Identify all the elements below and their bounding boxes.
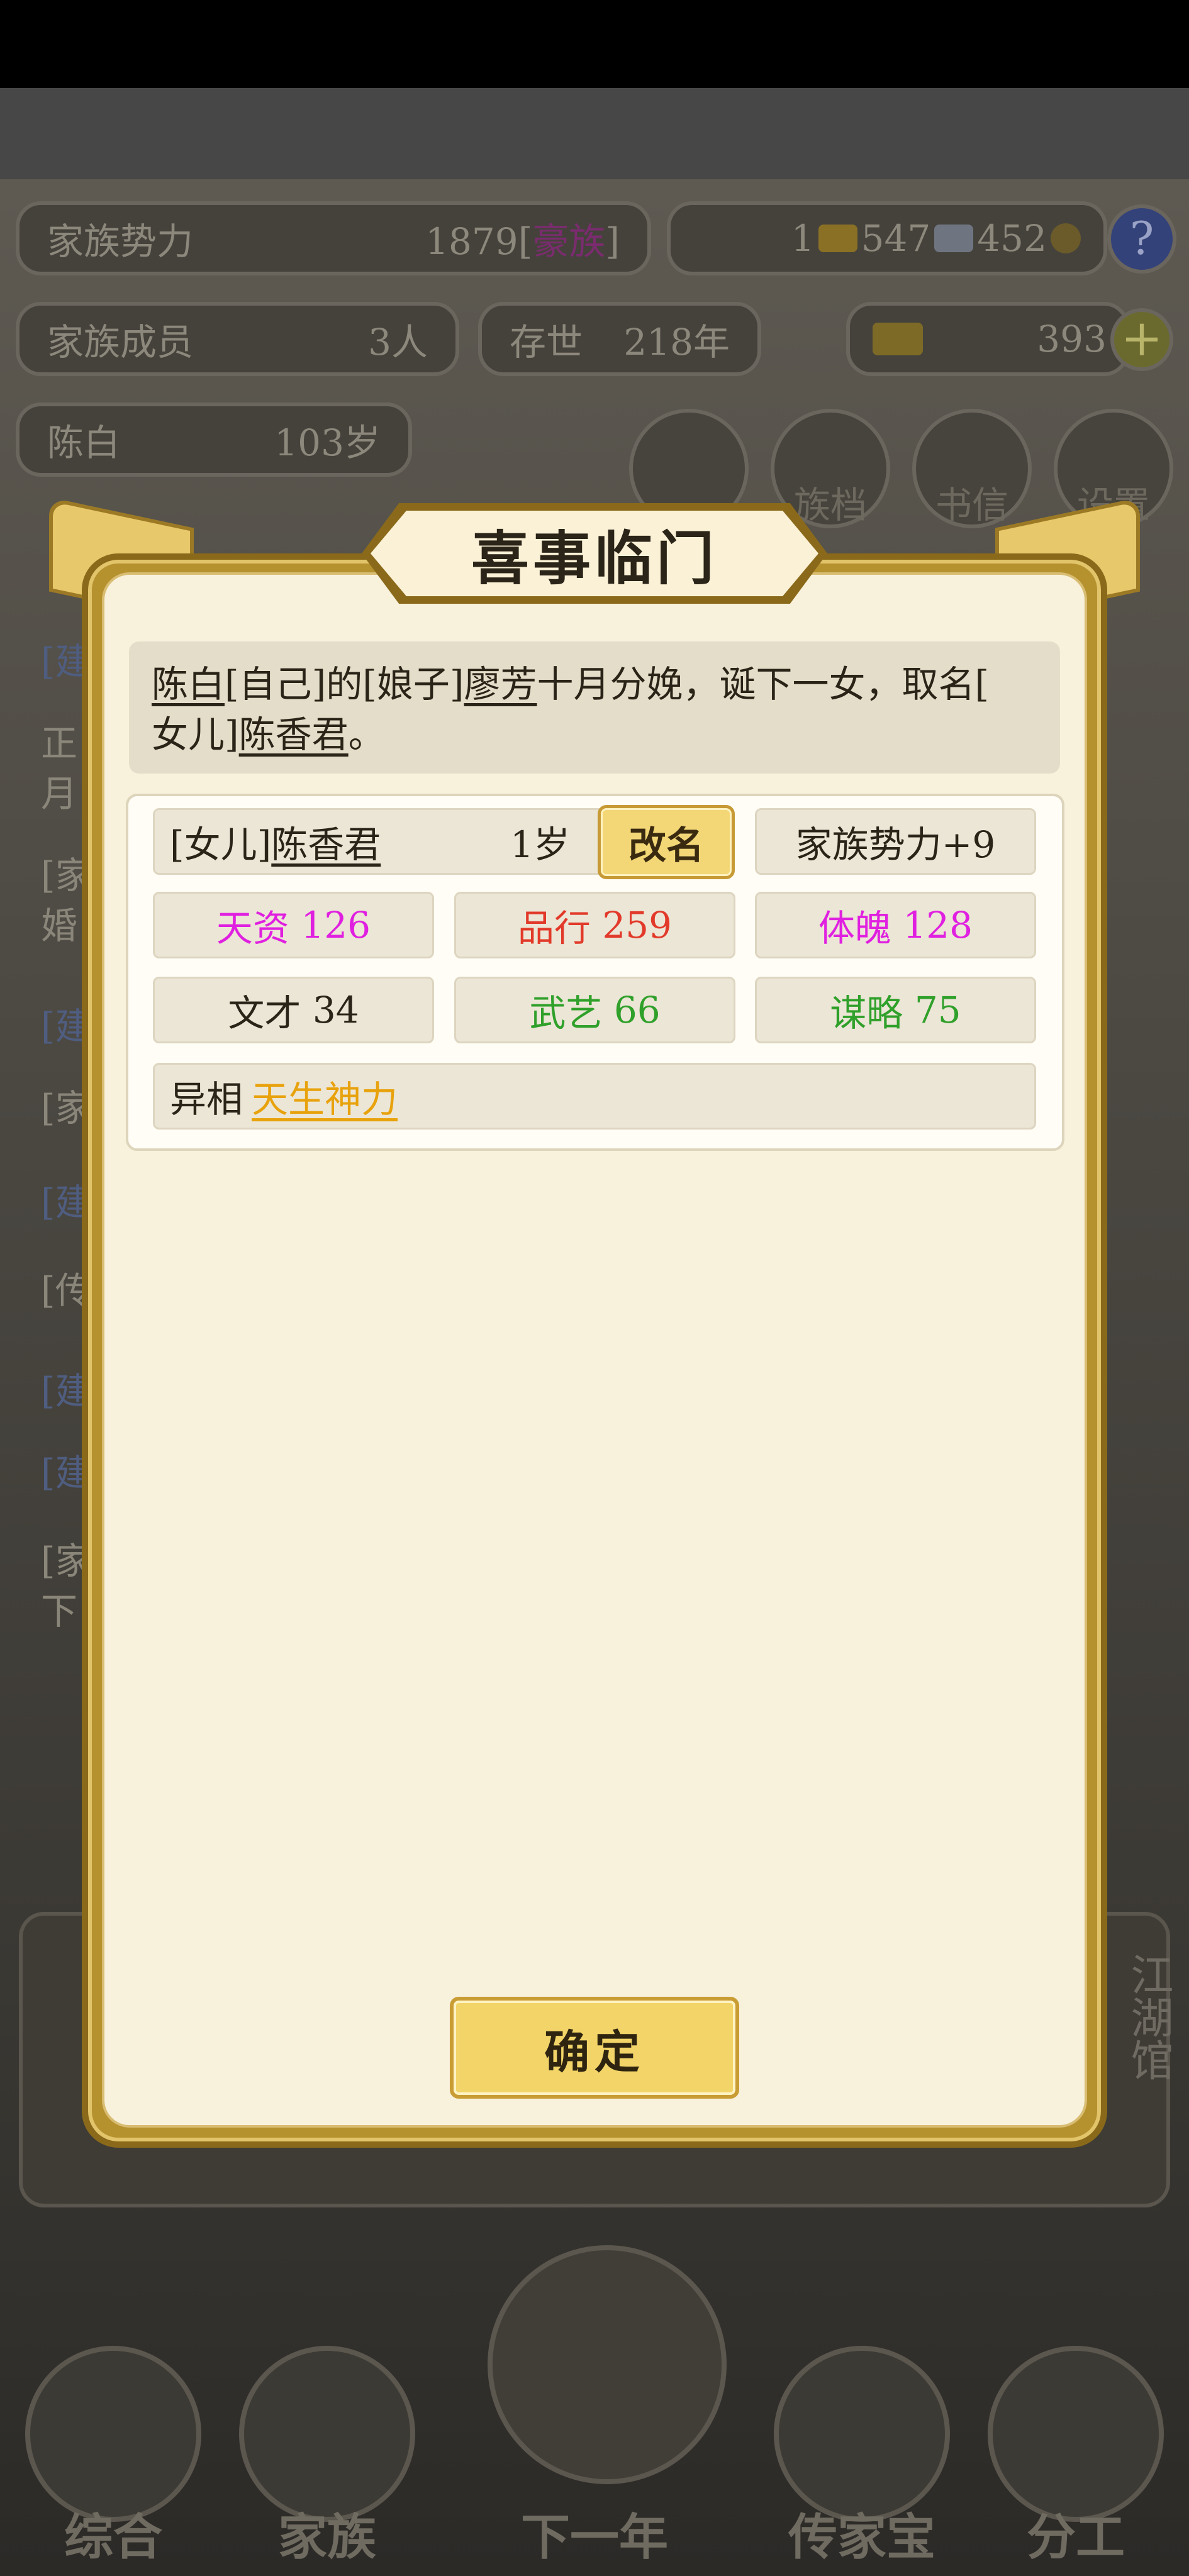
- event-dialog: [82, 553, 1107, 2148]
- attr-physique: 体魄 128: [755, 892, 1036, 958]
- attr-conduct: 品行 259: [454, 892, 735, 958]
- jianghu-hall-label: 江湖馆: [1123, 1953, 1173, 2081]
- family-power-pill: 家族势力 1879[豪族]: [16, 201, 651, 275]
- era-value: 218年: [623, 321, 730, 364]
- event-message: 陈白[自己]的[娘子]廖芳十月分娩，诞下一女，取名[女儿]陈香君。: [129, 641, 1060, 774]
- family-power-rank: 豪族: [532, 220, 606, 263]
- era-label: 存世: [510, 321, 583, 364]
- family-power-value: 1879: [425, 220, 518, 263]
- child-name[interactable]: 陈香君: [271, 823, 381, 866]
- trait-cell: 异相 天生神力: [153, 1063, 1036, 1130]
- family-members-value: 3人: [368, 321, 428, 364]
- family-members-pill: 家族成员 3人: [16, 302, 459, 376]
- trait-value[interactable]: 天生神力: [252, 1070, 398, 1123]
- nav-overview[interactable]: 综合: [19, 2327, 208, 2576]
- rename-button[interactable]: 改名: [598, 805, 735, 879]
- nav-assignments[interactable]: 分工: [981, 2327, 1170, 2576]
- silver-bar-icon: [934, 225, 974, 252]
- person-pill: 陈白 103岁: [16, 402, 412, 477]
- power-bonus: 家族势力+9: [755, 808, 1036, 875]
- yuanbao-icon: [873, 323, 923, 355]
- copper-coin-icon: [1051, 223, 1081, 253]
- add-yuanbao-button[interactable]: +: [1110, 308, 1173, 371]
- house-icon: [239, 2346, 415, 2522]
- attr-strategy: 谋略 75: [755, 977, 1036, 1043]
- attr-talent: 天资 126: [153, 892, 434, 958]
- person-link-wife[interactable]: 廖芳: [464, 663, 537, 706]
- gold-bar-icon: [818, 225, 857, 252]
- jade-icon: [774, 2346, 950, 2522]
- person-link-daughter[interactable]: 陈香君: [239, 713, 349, 756]
- confirm-button[interactable]: 确定: [450, 1997, 739, 2099]
- log-row: 下: [41, 1590, 78, 1633]
- currency-gold-value: 1: [791, 217, 815, 260]
- yuanbao-pill: 393: [846, 302, 1129, 376]
- dialog-title: 喜事临门: [471, 524, 718, 592]
- nav-heirloom[interactable]: 传家宝: [768, 2327, 956, 2576]
- currency-pill: 1 547 452: [667, 201, 1107, 275]
- log-row: 婚: [41, 904, 78, 947]
- family-members-label: 家族成员: [47, 321, 194, 364]
- nav-next-year[interactable]: 下一年: [488, 2245, 727, 2576]
- top-band: [0, 88, 1189, 179]
- person-link-self[interactable]: 陈白: [152, 663, 225, 706]
- person-icon: [988, 2346, 1164, 2522]
- attr-literary: 文才 34: [153, 977, 434, 1043]
- person-age: 103岁: [274, 421, 381, 464]
- currency-ingot-value: 452: [977, 217, 1047, 260]
- letters-button[interactable]: 书信: [912, 409, 1032, 528]
- nav-family[interactable]: 家族: [233, 2327, 421, 2576]
- log-row: 正: [41, 722, 78, 765]
- person-name: 陈白: [47, 421, 121, 464]
- attr-martial: 武艺 66: [454, 977, 735, 1043]
- status-bar: [0, 0, 1189, 88]
- mountain-icon: [488, 2245, 727, 2484]
- help-button[interactable]: ?: [1107, 204, 1176, 274]
- log-row: 月: [41, 772, 78, 815]
- era-pill: 存世 218年: [478, 302, 761, 376]
- scroll-icon: [25, 2346, 201, 2522]
- yuanbao-value: 393: [1037, 318, 1107, 360]
- family-power-label: 家族势力: [47, 220, 194, 263]
- child-age: 1岁: [510, 823, 570, 866]
- currency-silver-value: 547: [861, 217, 931, 260]
- trait-label: 异相: [170, 1078, 243, 1121]
